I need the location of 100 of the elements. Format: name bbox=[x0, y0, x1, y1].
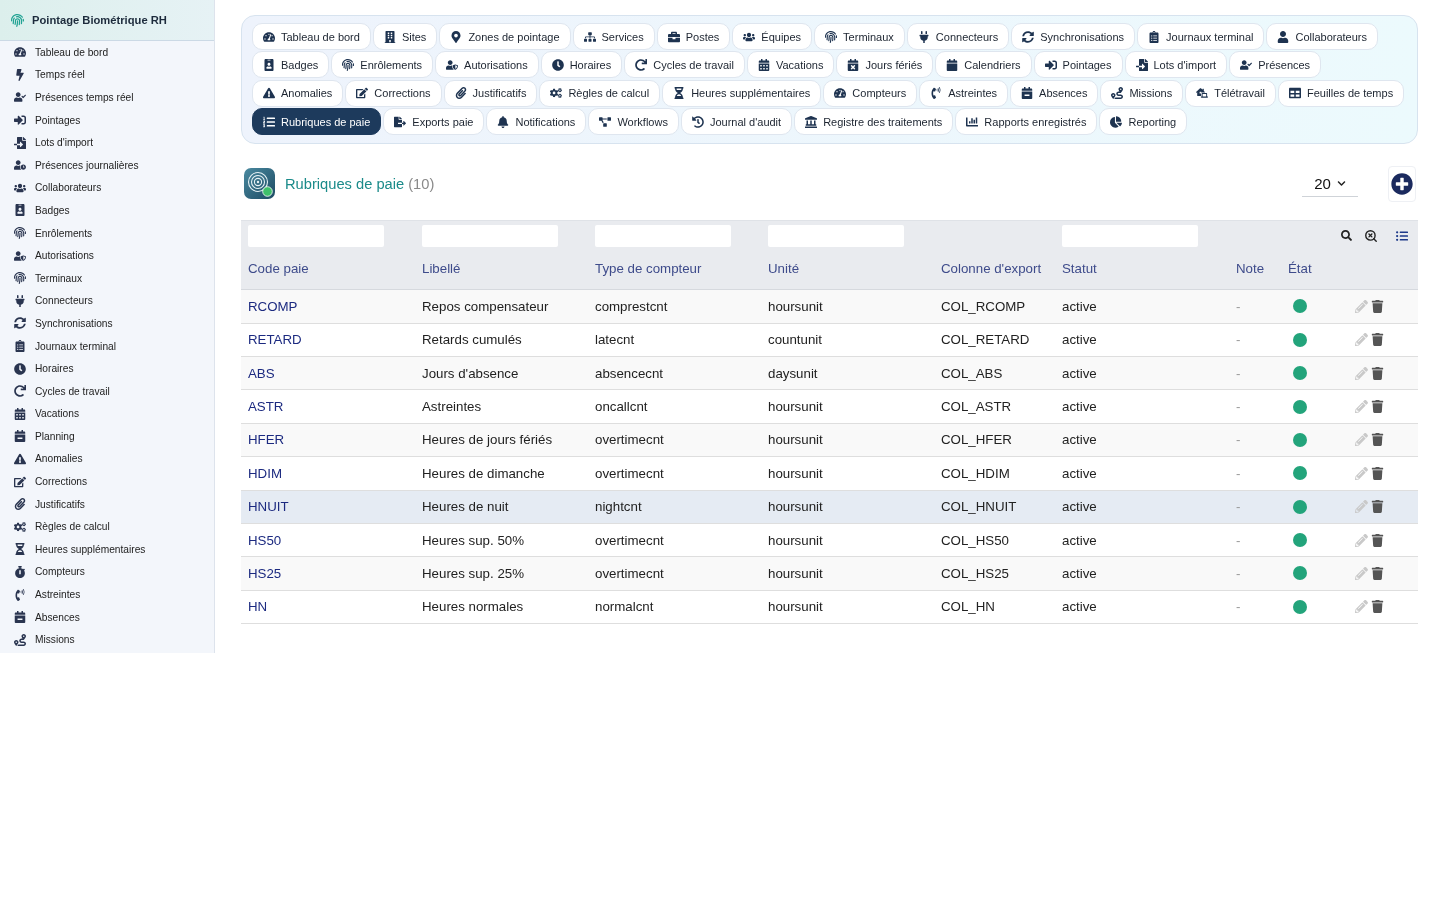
sidebar-item[interactable]: Heures supplémentaires bbox=[0, 538, 214, 561]
nav-tab[interactable]: Autorisations bbox=[435, 51, 539, 79]
record-count: (10) bbox=[408, 175, 435, 192]
nav-tab[interactable]: Calendriers bbox=[935, 51, 1032, 79]
sidebar-item[interactable]: Absences bbox=[0, 605, 214, 629]
add-button[interactable] bbox=[1388, 165, 1416, 202]
nav-tab[interactable]: Tableau de bord bbox=[252, 23, 371, 50]
table-cell: hoursunit bbox=[768, 599, 823, 615]
code-link[interactable]: HNUIT bbox=[248, 499, 289, 515]
list-icon[interactable] bbox=[1396, 229, 1408, 242]
nav-tab[interactable]: Workflows bbox=[588, 108, 679, 136]
code-link[interactable]: HDIM bbox=[248, 465, 282, 481]
trash-icon[interactable] bbox=[1371, 567, 1384, 580]
trash-icon[interactable] bbox=[1371, 500, 1384, 514]
nav-tab[interactable]: Absences bbox=[1010, 79, 1099, 107]
sidebar-item[interactable]: Cycles de travail bbox=[0, 379, 214, 403]
code-link[interactable]: RETARD bbox=[248, 332, 302, 348]
nav-tab[interactable]: Enrôlements bbox=[331, 51, 434, 79]
sidebar-item[interactable]: Journaux terminal bbox=[0, 334, 214, 358]
sidebar-item[interactable]: Collaborateurs bbox=[0, 176, 214, 200]
trash-icon[interactable] bbox=[1371, 600, 1384, 614]
search-icon[interactable] bbox=[1341, 230, 1352, 242]
sidebar-item[interactable]: Tableau de bord bbox=[0, 41, 214, 64]
sidebar-item[interactable]: Autorisations bbox=[0, 244, 214, 267]
sidebar-item[interactable]: Planning bbox=[0, 425, 214, 448]
sidebar-item[interactable]: Justificatifs bbox=[0, 492, 214, 516]
nav-tab[interactable]: Télétravail bbox=[1185, 79, 1276, 107]
code-link[interactable]: ABS bbox=[248, 365, 275, 381]
table-row[interactable]: HFER Heures de jours fériés overtimecnt hoursunit COL_HFER active - bbox=[241, 423, 1418, 458]
nav-tab[interactable]: Sites bbox=[372, 23, 438, 50]
nav-tab[interactable]: Vacations bbox=[746, 51, 835, 79]
nav-tab[interactable]: Corrections bbox=[345, 79, 442, 107]
nav-tab[interactable]: Justificatifs bbox=[443, 79, 538, 107]
nav-tab[interactable]: Équipes bbox=[732, 23, 813, 50]
sidebar-item[interactable]: Anomalies bbox=[0, 447, 214, 471]
nav-tab[interactable]: Registre des traitements bbox=[794, 108, 954, 136]
sidebar-item[interactable]: Pointages bbox=[0, 108, 214, 132]
code-link[interactable]: HFER bbox=[248, 432, 285, 448]
nav-tab[interactable]: Règles de calcul bbox=[539, 79, 661, 107]
table-row[interactable]: HNUIT Heures de nuit nightcnt hoursunit COL_HNUIT active - bbox=[241, 490, 1418, 524]
nav-tab[interactable]: Journaux terminal bbox=[1137, 23, 1265, 50]
trash-icon[interactable] bbox=[1371, 299, 1384, 313]
trash-icon[interactable] bbox=[1371, 366, 1384, 380]
code-link[interactable]: HS25 bbox=[248, 566, 282, 581]
nav-tab[interactable]: Jours fériés bbox=[836, 51, 934, 79]
trash-icon[interactable] bbox=[1371, 533, 1384, 547]
sidebar-item[interactable]: Badges bbox=[0, 199, 214, 222]
table-row[interactable]: RCOMP Repos compensateur comprestcnt hoursunit COL_RCOMP active - bbox=[241, 290, 1418, 324]
sidebar-item[interactable]: Horaires bbox=[0, 357, 214, 380]
sidebar-item[interactable]: Compteurs bbox=[0, 560, 214, 584]
sidebar-item[interactable]: Synchronisations bbox=[0, 312, 214, 335]
nav-tab[interactable]: Heures supplémentaires bbox=[662, 79, 822, 107]
nav-tab[interactable]: Pointages bbox=[1033, 51, 1123, 79]
sidebar-item[interactable]: Missions bbox=[0, 628, 214, 652]
nav-tab[interactable]: Services bbox=[572, 23, 655, 50]
sidebar-item[interactable]: Lots d'import bbox=[0, 131, 214, 154]
trash-icon[interactable] bbox=[1371, 400, 1384, 414]
sidebar-item[interactable]: Présences temps réel bbox=[0, 86, 214, 109]
trash-icon[interactable] bbox=[1371, 466, 1384, 480]
sidebar-item[interactable]: Astreintes bbox=[0, 583, 214, 606]
sidebar-item[interactable]: Présences journalières bbox=[0, 153, 214, 177]
trash-icon[interactable] bbox=[1371, 433, 1384, 447]
nav-tab[interactable]: Lots d'import bbox=[1124, 51, 1228, 79]
nav-tab[interactable]: Feuilles de temps bbox=[1277, 79, 1405, 107]
code-link[interactable]: RCOMP bbox=[248, 298, 298, 314]
nav-tab[interactable]: Reporting bbox=[1099, 108, 1188, 136]
nav-tab[interactable]: Compteurs bbox=[823, 79, 918, 107]
nav-tab[interactable]: Horaires bbox=[540, 51, 623, 79]
nav-tab[interactable]: Exports paie bbox=[383, 108, 485, 136]
sidebar-item[interactable]: Règles de calcul bbox=[0, 515, 214, 539]
nav-tab[interactable]: Rubriques de paie bbox=[252, 108, 382, 136]
code-link[interactable]: ASTR bbox=[248, 399, 284, 415]
sidebar-item[interactable]: Vacations bbox=[0, 402, 214, 426]
nav-tab[interactable]: Postes bbox=[656, 23, 731, 50]
nav-tab[interactable]: Astreintes bbox=[919, 79, 1009, 107]
nav-tab[interactable]: Rapports enregistrés bbox=[955, 108, 1098, 136]
search-clear-icon[interactable] bbox=[1364, 228, 1378, 243]
nav-tab[interactable]: Missions bbox=[1100, 79, 1184, 107]
code-link[interactable]: HN bbox=[248, 599, 268, 615]
sidebar-item[interactable]: Connecteurs bbox=[0, 289, 214, 313]
nav-tab[interactable]: Zones de pointage bbox=[439, 23, 571, 50]
sidebar-item[interactable]: Temps réel bbox=[0, 63, 214, 87]
page-size-select[interactable]: 20 bbox=[1302, 170, 1358, 197]
table-row[interactable]: HS25 Heures sup. 25% overtimecnt hoursunit COL_HS25 active - bbox=[241, 557, 1418, 591]
code-link[interactable]: HS50 bbox=[248, 532, 282, 548]
nav-tab[interactable]: Cycles de travail bbox=[624, 51, 745, 79]
nav-tab[interactable]: Connecteurs bbox=[906, 23, 1010, 50]
sidebar-item[interactable]: Enrôlements bbox=[0, 221, 214, 245]
sidebar-item[interactable]: Corrections bbox=[0, 470, 214, 493]
nav-tab[interactable]: Terminaux bbox=[814, 23, 905, 50]
nav-tab[interactable]: Badges bbox=[252, 51, 330, 79]
nav-tab[interactable]: Synchronisations bbox=[1011, 23, 1135, 50]
table-row[interactable]: ABS Jours d'absence absencecnt daysunit COL_ABS active - bbox=[241, 356, 1418, 391]
nav-tab[interactable]: Présences bbox=[1229, 51, 1322, 79]
nav-tab[interactable]: Notifications bbox=[486, 108, 587, 136]
sidebar-item[interactable]: Terminaux bbox=[0, 266, 214, 290]
nav-tab[interactable]: Collaborateurs bbox=[1266, 23, 1378, 50]
nav-tab[interactable]: Journal d'audit bbox=[680, 108, 793, 136]
trash-icon[interactable] bbox=[1371, 333, 1384, 347]
nav-tab[interactable]: Anomalies bbox=[252, 79, 344, 107]
